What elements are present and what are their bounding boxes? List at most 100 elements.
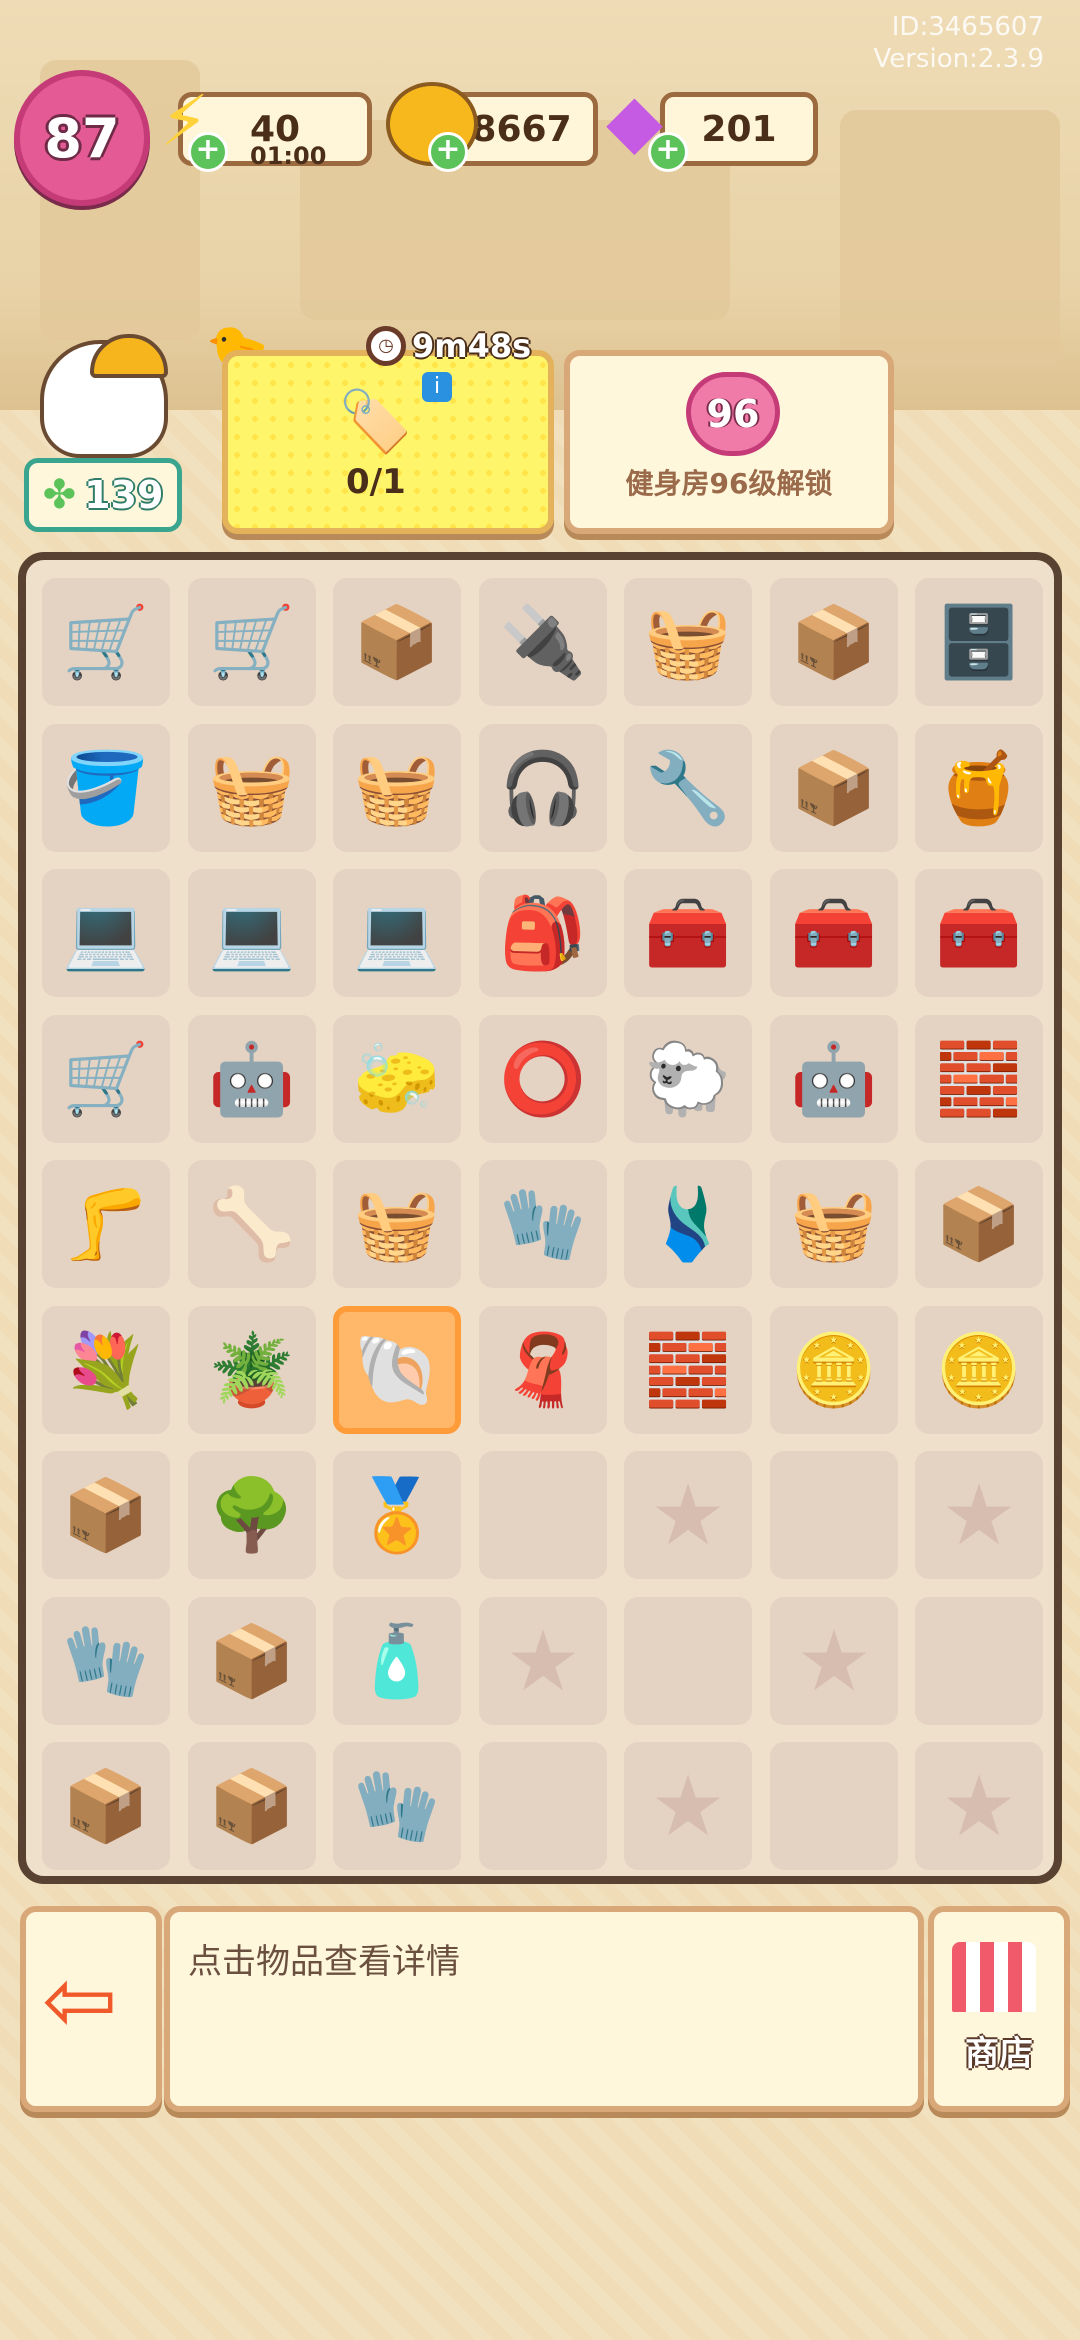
merge-item: 🏅: [353, 1473, 441, 1556]
exit-button[interactable]: ⇦: [20, 1906, 162, 2112]
merge-item: 🐚: [353, 1328, 441, 1411]
merge-item: 🧺: [208, 746, 296, 829]
grid-cell-6-2[interactable]: 🏅: [333, 1451, 461, 1579]
merge-item: 🧺: [644, 600, 732, 683]
merge-item: 🧱: [935, 1037, 1023, 1120]
merge-item: 🧣: [499, 1328, 587, 1411]
grid-cell-2-1[interactable]: 💻: [188, 869, 316, 997]
merge-item: 🪴: [208, 1328, 296, 1411]
merge-item: 🦵: [62, 1182, 150, 1265]
grid-cell-3-2[interactable]: 🧽: [333, 1015, 461, 1143]
grid-cell-3-3[interactable]: ⭕: [479, 1015, 607, 1143]
grid-cell-4-0[interactable]: 🦵: [42, 1160, 170, 1288]
grid-cell-0-0[interactable]: 🛒: [42, 578, 170, 706]
grid-cell-0-6[interactable]: 🗄️: [915, 578, 1043, 706]
merge-item: 🍯: [935, 746, 1023, 829]
quest-card[interactable]: ◷ 9m48s 🏷️ i 0/1: [222, 326, 554, 534]
grid-cell-6-5[interactable]: [770, 1451, 898, 1579]
item-info-box: 点击物品查看详情: [164, 1906, 924, 2112]
merge-item: 💻: [208, 891, 296, 974]
merge-item: 🐑: [644, 1037, 732, 1120]
grid-cell-7-1[interactable]: 📦: [188, 1597, 316, 1725]
merge-item: 🧤: [499, 1182, 587, 1265]
grid-cell-7-5[interactable]: ★: [770, 1597, 898, 1725]
merge-item: 📦: [62, 1764, 150, 1847]
grid-cell-7-6[interactable]: [915, 1597, 1043, 1725]
merge-item: 📦: [935, 1182, 1023, 1265]
info-icon[interactable]: i: [422, 372, 452, 402]
grid-cell-8-2[interactable]: 🧤: [333, 1742, 461, 1870]
grid-cell-5-2[interactable]: 🐚: [333, 1306, 461, 1434]
grid-cell-0-2[interactable]: 📦: [333, 578, 461, 706]
grid-cell-4-2[interactable]: 🧺: [333, 1160, 461, 1288]
grid-cell-0-4[interactable]: 🧺: [624, 578, 752, 706]
grid-cell-5-6[interactable]: 🪙: [915, 1306, 1043, 1434]
grid-cell-0-3[interactable]: 🔌: [479, 578, 607, 706]
shop-awning-icon: [952, 1942, 1036, 2012]
grid-cell-2-5[interactable]: 🧰: [770, 869, 898, 997]
grid-cell-1-5[interactable]: 📦: [770, 724, 898, 852]
grid-cell-3-5[interactable]: 🤖: [770, 1015, 898, 1143]
grid-cell-1-1[interactable]: 🧺: [188, 724, 316, 852]
grid-cell-6-6[interactable]: ★: [915, 1451, 1043, 1579]
grid-cell-1-2[interactable]: 🧺: [333, 724, 461, 852]
grid-cell-2-2[interactable]: 💻: [333, 869, 461, 997]
grid-cell-1-0[interactable]: 🪣: [42, 724, 170, 852]
locked-star-icon: ★: [650, 1466, 726, 1564]
merge-item: 🦴: [208, 1182, 296, 1265]
grid-cell-4-4[interactable]: 🩱: [624, 1160, 752, 1288]
coin-plus-icon[interactable]: +: [428, 132, 468, 172]
grid-cell-8-0[interactable]: 📦: [42, 1742, 170, 1870]
locked-star-icon: ★: [505, 1612, 581, 1710]
grid-cell-2-0[interactable]: 💻: [42, 869, 170, 997]
unlock-card[interactable]: 96 健身房96级解锁: [564, 350, 894, 534]
gem-plus-icon[interactable]: +: [648, 132, 688, 172]
merge-item: 💐: [62, 1328, 150, 1411]
grid-cell-6-1[interactable]: 🌳: [188, 1451, 316, 1579]
merge-item: 🧱: [644, 1328, 732, 1411]
grid-cell-4-1[interactable]: 🦴: [188, 1160, 316, 1288]
grid-cell-1-6[interactable]: 🍯: [915, 724, 1043, 852]
grid-cell-1-4[interactable]: 🔧: [624, 724, 752, 852]
grid-cell-4-5[interactable]: 🧺: [770, 1160, 898, 1288]
grid-cell-8-1[interactable]: 📦: [188, 1742, 316, 1870]
grid-cell-2-3[interactable]: 🎒: [479, 869, 607, 997]
grid-cell-1-3[interactable]: 🎧: [479, 724, 607, 852]
energy-plus-icon[interactable]: +: [188, 132, 228, 172]
clover-icon: ✤: [42, 472, 77, 518]
grid-cell-2-4[interactable]: 🧰: [624, 869, 752, 997]
grid-cell-3-4[interactable]: 🐑: [624, 1015, 752, 1143]
grid-cell-8-5[interactable]: [770, 1742, 898, 1870]
grid-cell-5-4[interactable]: 🧱: [624, 1306, 752, 1434]
grid-cell-4-6[interactable]: 📦: [915, 1160, 1043, 1288]
grid-cell-6-3[interactable]: [479, 1451, 607, 1579]
grid-cell-8-3[interactable]: [479, 1742, 607, 1870]
grid-cell-5-3[interactable]: 🧣: [479, 1306, 607, 1434]
grid-cell-5-0[interactable]: 💐: [42, 1306, 170, 1434]
grid-cell-2-6[interactable]: 🧰: [915, 869, 1043, 997]
merge-item: 💻: [353, 891, 441, 974]
merge-item: 🤖: [790, 1037, 878, 1120]
merge-item: 📦: [62, 1473, 150, 1556]
grid-cell-6-4[interactable]: ★: [624, 1451, 752, 1579]
player-level-badge[interactable]: 87: [14, 70, 150, 206]
grid-cell-5-5[interactable]: 🪙: [770, 1306, 898, 1434]
grid-cell-3-1[interactable]: 🤖: [188, 1015, 316, 1143]
grid-cell-8-4[interactable]: ★: [624, 1742, 752, 1870]
grid-cell-0-1[interactable]: 🛒: [188, 578, 316, 706]
shop-button[interactable]: 商店: [928, 1906, 1070, 2112]
grid-cell-3-0[interactable]: 🛒: [42, 1015, 170, 1143]
quest-progress: 0/1: [346, 462, 406, 502]
grid-cell-8-6[interactable]: ★: [915, 1742, 1043, 1870]
grid-cell-4-3[interactable]: 🧤: [479, 1160, 607, 1288]
grid-cell-5-1[interactable]: 🪴: [188, 1306, 316, 1434]
grid-cell-7-3[interactable]: ★: [479, 1597, 607, 1725]
locked-star-icon: ★: [650, 1757, 726, 1855]
grid-cell-7-4[interactable]: [624, 1597, 752, 1725]
clover-counter[interactable]: ✤ 139: [24, 458, 182, 532]
grid-cell-7-0[interactable]: 🧤: [42, 1597, 170, 1725]
grid-cell-6-0[interactable]: 📦: [42, 1451, 170, 1579]
grid-cell-7-2[interactable]: 🧴: [333, 1597, 461, 1725]
grid-cell-3-6[interactable]: 🧱: [915, 1015, 1043, 1143]
grid-cell-0-5[interactable]: 📦: [770, 578, 898, 706]
